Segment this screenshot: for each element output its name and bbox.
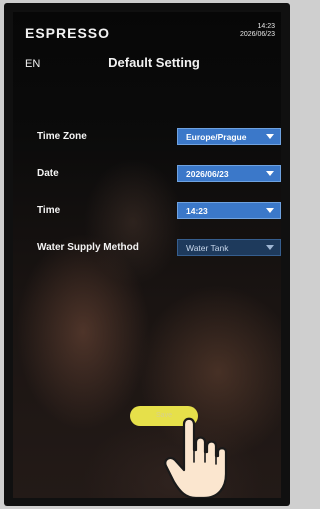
water-supply-label: Water Supply Method bbox=[37, 242, 139, 253]
setting-row-date: Date 2026/06/23 bbox=[37, 165, 281, 183]
date-value: 2026/06/23 bbox=[186, 169, 229, 179]
device-bezel: ESPRESSO 14:23 2026/06/23 EN Default Set… bbox=[4, 3, 290, 506]
time-zone-label: Time Zone bbox=[37, 131, 87, 142]
time-value: 14:23 bbox=[186, 206, 208, 216]
chevron-down-icon bbox=[266, 208, 274, 213]
page-title: Default Setting bbox=[108, 55, 200, 70]
time-label: Time bbox=[37, 205, 61, 216]
setting-row-water-supply: Water Supply Method Water Tank bbox=[37, 239, 281, 257]
chevron-down-icon bbox=[266, 171, 274, 176]
date-label: Date bbox=[37, 168, 59, 179]
time-zone-select[interactable]: Europe/Prague bbox=[177, 128, 281, 145]
status-clock: 14:23 2026/06/23 bbox=[240, 23, 275, 39]
pointing-hand-icon bbox=[164, 417, 228, 498]
clock-date: 2026/06/23 bbox=[239, 31, 275, 38]
clock-time: 14:23 bbox=[257, 23, 275, 30]
setting-row-time: Time 14:23 bbox=[37, 202, 281, 220]
time-zone-value: Europe/Prague bbox=[186, 132, 247, 142]
water-supply-select[interactable]: Water Tank bbox=[177, 239, 281, 256]
chevron-down-icon bbox=[266, 245, 274, 250]
touch-screen: ESPRESSO 14:23 2026/06/23 EN Default Set… bbox=[13, 12, 281, 498]
chevron-down-icon bbox=[266, 134, 274, 139]
brand-logo: ESPRESSO bbox=[25, 25, 111, 41]
date-select[interactable]: 2026/06/23 bbox=[177, 165, 281, 182]
time-select[interactable]: 14:23 bbox=[177, 202, 281, 219]
water-supply-value: Water Tank bbox=[186, 243, 229, 253]
setting-row-time-zone: Time Zone Europe/Prague bbox=[37, 128, 281, 146]
